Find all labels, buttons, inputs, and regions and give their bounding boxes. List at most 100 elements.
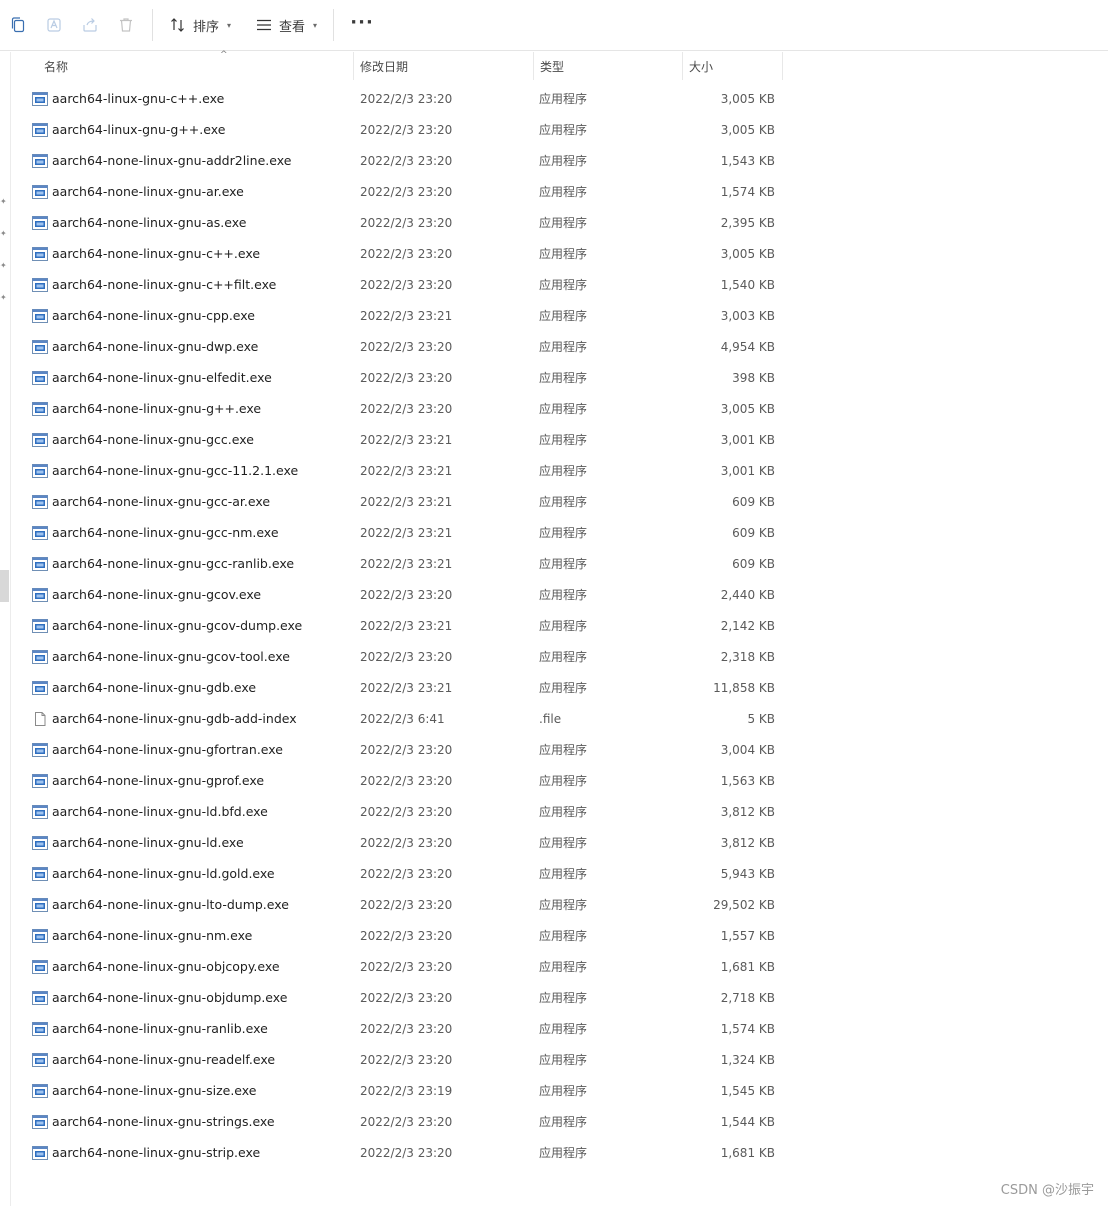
pin-icon[interactable]: ✦ bbox=[0, 294, 8, 302]
file-modified-date: 2022/2/3 23:20 bbox=[360, 773, 453, 788]
file-modified-date: 2022/2/3 23:21 bbox=[360, 618, 453, 633]
view-label: 查看 bbox=[279, 19, 306, 35]
file-row[interactable]: aarch64-none-linux-gnu-strings.exe 2022/2… bbox=[12, 1106, 784, 1137]
file-name-cell: aarch64-none-linux-gnu-elfedit.exe bbox=[12, 370, 354, 385]
file-name: aarch64-none-linux-gnu-gcov-tool.exe bbox=[52, 649, 290, 664]
delete-button[interactable] bbox=[108, 7, 144, 43]
file-name-cell: aarch64-none-linux-gnu-objcopy.exe bbox=[12, 959, 354, 974]
file-name: aarch64-none-linux-gnu-gcov-dump.exe bbox=[52, 618, 303, 633]
file-row[interactable]: aarch64-none-linux-gnu-strip.exe 2022/2/3… bbox=[12, 1137, 784, 1168]
file-row[interactable]: aarch64-none-linux-gnu-gcov-dump.exe 2022… bbox=[12, 610, 784, 641]
file-row[interactable]: aarch64-none-linux-gnu-ld.exe 2022/2/3 23… bbox=[12, 827, 784, 858]
file-size: 5 KB bbox=[747, 711, 775, 726]
application-file-icon bbox=[32, 897, 48, 912]
file-type: 应用程序 bbox=[539, 743, 588, 757]
file-row[interactable]: aarch64-none-linux-gnu-cpp.exe 2022/2/3 2… bbox=[12, 300, 784, 331]
file-row[interactable]: aarch64-none-linux-gnu-objdump.exe 2022/2… bbox=[12, 982, 784, 1013]
file-row[interactable]: aarch64-none-linux-gnu-gcov.exe 2022/2/3 … bbox=[12, 579, 784, 610]
file-type: 应用程序 bbox=[539, 774, 588, 788]
copy-button[interactable] bbox=[0, 7, 36, 43]
file-row[interactable]: aarch64-none-linux-gnu-gdb-add-index 2022… bbox=[12, 703, 784, 734]
file-row[interactable]: aarch64-none-linux-gnu-c++filt.exe 2022/2… bbox=[12, 269, 784, 300]
file-row[interactable]: aarch64-none-linux-gnu-lto-dump.exe 2022/… bbox=[12, 889, 784, 920]
file-row[interactable]: aarch64-none-linux-gnu-gcc-ar.exe 2022/2/… bbox=[12, 486, 784, 517]
file-name-cell: aarch64-none-linux-gnu-dwp.exe bbox=[12, 339, 354, 354]
file-row[interactable]: aarch64-none-linux-gnu-g++.exe 2022/2/3 2… bbox=[12, 393, 784, 424]
copy-icon bbox=[11, 17, 25, 33]
file-row[interactable]: aarch64-none-linux-gnu-ld.gold.exe 2022/2… bbox=[12, 858, 784, 889]
file-modified-date: 2022/2/3 23:20 bbox=[360, 990, 453, 1005]
file-row[interactable]: aarch64-none-linux-gnu-as.exe 2022/2/3 23… bbox=[12, 207, 784, 238]
file-type: 应用程序 bbox=[539, 929, 588, 943]
column-header-size[interactable]: 大小 bbox=[683, 52, 783, 80]
file-modified-date: 2022/2/3 23:20 bbox=[360, 897, 453, 912]
file-modified-date: 2022/2/3 23:20 bbox=[360, 153, 453, 168]
pin-icon[interactable]: ✦ bbox=[0, 230, 8, 238]
file-name: aarch64-none-linux-gnu-gcc.exe bbox=[52, 432, 254, 447]
file-size: 609 KB bbox=[732, 525, 775, 540]
file-type: 应用程序 bbox=[539, 836, 588, 850]
column-header-type[interactable]: 类型 bbox=[534, 52, 683, 80]
file-row[interactable]: aarch64-none-linux-gnu-gcc.exe 2022/2/3 2… bbox=[12, 424, 784, 455]
file-row[interactable]: aarch64-none-linux-gnu-c++.exe 2022/2/3 2… bbox=[12, 238, 784, 269]
file-name-cell: aarch64-none-linux-gnu-ar.exe bbox=[12, 184, 354, 199]
file-modified-date: 2022/2/3 23:20 bbox=[360, 339, 453, 354]
file-type: 应用程序 bbox=[539, 960, 588, 974]
file-modified-date: 2022/2/3 23:20 bbox=[360, 835, 453, 850]
file-size: 2,318 KB bbox=[720, 649, 775, 664]
navigation-scrollbar-thumb[interactable] bbox=[0, 570, 9, 602]
file-row[interactable]: aarch64-none-linux-gnu-gdb.exe 2022/2/3 2… bbox=[12, 672, 784, 703]
file-row[interactable]: aarch64-none-linux-gnu-gcov-tool.exe 2022… bbox=[12, 641, 784, 672]
share-button[interactable] bbox=[72, 7, 108, 43]
file-type: 应用程序 bbox=[539, 278, 588, 292]
file-name-cell: aarch64-none-linux-gnu-c++.exe bbox=[12, 246, 354, 261]
file-modified-date: 2022/2/3 23:20 bbox=[360, 122, 453, 137]
file-row[interactable]: aarch64-none-linux-gnu-elfedit.exe 2022/2… bbox=[12, 362, 784, 393]
file-name-cell: aarch64-none-linux-gnu-objdump.exe bbox=[12, 990, 354, 1005]
file-row[interactable]: aarch64-none-linux-gnu-gfortran.exe 2022/… bbox=[12, 734, 784, 765]
pin-icon[interactable]: ✦ bbox=[0, 198, 8, 206]
pin-icon[interactable]: ✦ bbox=[0, 262, 8, 270]
file-row[interactable]: aarch64-none-linux-gnu-gcc-ranlib.exe 202… bbox=[12, 548, 784, 579]
file-size: 3,812 KB bbox=[720, 804, 775, 819]
sort-menu-button[interactable]: 排序 ▾ bbox=[161, 7, 239, 43]
view-menu-button[interactable]: 查看 ▾ bbox=[247, 7, 325, 43]
file-row[interactable]: aarch64-none-linux-gnu-ranlib.exe 2022/2/… bbox=[12, 1013, 784, 1044]
file-type: 应用程序 bbox=[539, 1115, 588, 1129]
file-name-cell: aarch64-none-linux-gnu-cpp.exe bbox=[12, 308, 354, 323]
file-type: 应用程序 bbox=[539, 650, 588, 664]
file-size: 1,545 KB bbox=[720, 1083, 775, 1098]
file-row[interactable]: aarch64-linux-gnu-c++.exe 2022/2/3 23:20 应… bbox=[12, 83, 784, 114]
application-file-icon bbox=[32, 494, 48, 509]
application-file-icon bbox=[32, 122, 48, 137]
file-size: 1,574 KB bbox=[720, 1021, 775, 1036]
file-row[interactable]: aarch64-none-linux-gnu-dwp.exe 2022/2/3 2… bbox=[12, 331, 784, 362]
file-row[interactable]: aarch64-none-linux-gnu-ld.bfd.exe 2022/2/… bbox=[12, 796, 784, 827]
rename-button[interactable] bbox=[36, 7, 72, 43]
file-row[interactable]: aarch64-linux-gnu-g++.exe 2022/2/3 23:20 应… bbox=[12, 114, 784, 145]
file-name: aarch64-none-linux-gnu-dwp.exe bbox=[52, 339, 259, 354]
file-type: 应用程序 bbox=[539, 371, 588, 385]
file-row[interactable]: aarch64-none-linux-gnu-nm.exe 2022/2/3 23… bbox=[12, 920, 784, 951]
file-size: 609 KB bbox=[732, 556, 775, 571]
column-header-name[interactable]: ^ 名称 bbox=[12, 50, 354, 80]
file-name: aarch64-none-linux-gnu-objcopy.exe bbox=[52, 959, 280, 974]
file-row[interactable]: aarch64-none-linux-gnu-size.exe 2022/2/3 … bbox=[12, 1075, 784, 1106]
file-row[interactable]: aarch64-none-linux-gnu-readelf.exe 2022/2… bbox=[12, 1044, 784, 1075]
file-type: 应用程序 bbox=[539, 402, 588, 416]
file-row[interactable]: aarch64-none-linux-gnu-ar.exe 2022/2/3 23… bbox=[12, 176, 784, 207]
file-row[interactable]: aarch64-none-linux-gnu-gcc-nm.exe 2022/2/… bbox=[12, 517, 784, 548]
column-header-date[interactable]: 修改日期 bbox=[354, 52, 534, 80]
file-row[interactable]: aarch64-none-linux-gnu-gprof.exe 2022/2/3… bbox=[12, 765, 784, 796]
file-modified-date: 2022/2/3 23:20 bbox=[360, 866, 453, 881]
file-row[interactable]: aarch64-none-linux-gnu-gcc-11.2.1.exe 202… bbox=[12, 455, 784, 486]
file-name-cell: aarch64-none-linux-gnu-gcc-ranlib.exe bbox=[12, 556, 354, 571]
file-size: 3,812 KB bbox=[720, 835, 775, 850]
file-modified-date: 2022/2/3 23:20 bbox=[360, 1114, 453, 1129]
file-size: 1,557 KB bbox=[720, 928, 775, 943]
file-row[interactable]: aarch64-none-linux-gnu-objcopy.exe 2022/2… bbox=[12, 951, 784, 982]
file-type: 应用程序 bbox=[539, 185, 588, 199]
file-row[interactable]: aarch64-none-linux-gnu-addr2line.exe 2022… bbox=[12, 145, 784, 176]
file-name-cell: aarch64-none-linux-gnu-strings.exe bbox=[12, 1114, 354, 1129]
more-options-button[interactable]: ··· bbox=[342, 7, 382, 43]
